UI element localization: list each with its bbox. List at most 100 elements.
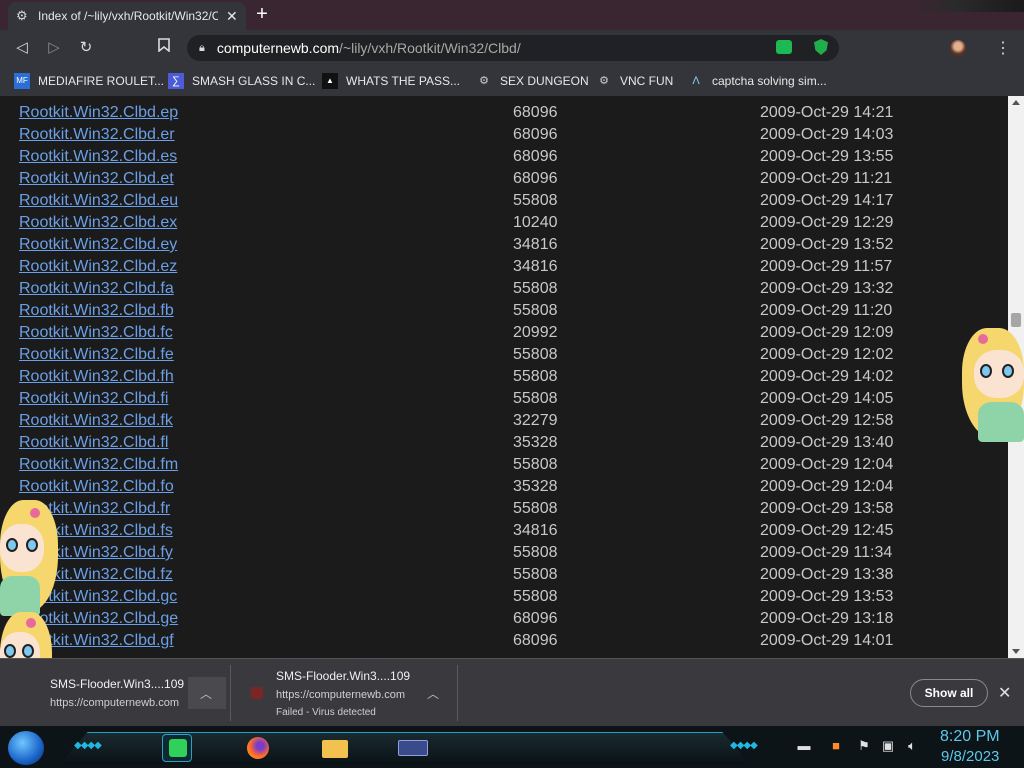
- file-date: 2009-Oct-29 11:20: [760, 302, 893, 319]
- table-row: Rootkit.Win32.Clbd.gc 55808 2009-Oct-29 13…: [0, 585, 1000, 607]
- file-date: 2009-Oct-29 13:32: [760, 280, 894, 297]
- table-row: Rootkit.Win32.Clbd.es 68096 2009-Oct-29 13…: [0, 145, 1000, 167]
- file-size: 55808: [513, 456, 558, 473]
- taskbar-app-window[interactable]: [398, 734, 428, 762]
- download-source: https://computernewb.com: [50, 697, 180, 709]
- browser-menu-button[interactable]: ⋮: [995, 38, 1011, 58]
- table-row: Rootkit.Win32.Clbd.fo 35328 2009-Oct-29 12…: [0, 475, 1000, 497]
- chevron-up-icon[interactable]: ︿: [427, 685, 439, 702]
- file-link[interactable]: Rootkit.Win32.Clbd.fh: [19, 368, 174, 386]
- bookmark-star-button[interactable]: [154, 38, 174, 58]
- file-date: 2009-Oct-29 13:58: [760, 500, 894, 517]
- file-link[interactable]: Rootkit.Win32.Clbd.es: [19, 148, 177, 166]
- file-size: 68096: [513, 104, 558, 121]
- clock-time[interactable]: 8:20 PM: [940, 728, 1000, 746]
- show-all-button[interactable]: Show all: [910, 679, 988, 707]
- volume-icon[interactable]: 🔈︎: [904, 738, 920, 754]
- file-link[interactable]: Rootkit.Win32.Clbd.fa: [19, 280, 174, 298]
- page-favicon-icon: ⚙: [16, 8, 28, 23]
- download-item[interactable]: SMS-Flooder.Win3....109 https://computer…: [0, 659, 230, 727]
- file-link[interactable]: Rootkit.Win32.Clbd.fe: [19, 346, 174, 364]
- toolbar: ◁ ▷ ↻ 🔒︎ computernewb.com/~lily/vxh/Root…: [0, 30, 1024, 66]
- taskbar: ◆◆◆◆ ◆◆◆◆ ▬ ■ ⚑ ▣ 🔈︎ 8:20 PM 9/8/2023: [0, 726, 1024, 768]
- reload-button[interactable]: ↻: [76, 38, 96, 58]
- bookmark-item[interactable]: MF MEDIAFIRE ROULET...: [14, 72, 164, 90]
- file-date: 2009-Oct-29 14:02: [760, 368, 894, 385]
- scroll-down-icon[interactable]: [1012, 649, 1020, 654]
- file-link[interactable]: Rootkit.Win32.Clbd.fo: [19, 478, 174, 496]
- bookmark-item[interactable]: ∑ SMASH GLASS IN C...: [168, 72, 315, 90]
- file-date: 2009-Oct-29 12:04: [760, 478, 894, 495]
- bookmark-item[interactable]: ⚙ VNC FUN: [596, 72, 673, 90]
- scroll-up-icon[interactable]: [1012, 100, 1020, 105]
- table-row: Rootkit.Win32.Clbd.fe 55808 2009-Oct-29 12…: [0, 343, 1000, 365]
- table-row: Rootkit.Win32.Clbd.et 68096 2009-Oct-29 11…: [0, 167, 1000, 189]
- file-link[interactable]: Rootkit.Win32.Clbd.fc: [19, 324, 173, 342]
- file-date: 2009-Oct-29 12:04: [760, 456, 894, 473]
- bookmark-item[interactable]: ▲ WHATS THE PASS...: [322, 72, 460, 90]
- file-date: 2009-Oct-29 13:18: [760, 610, 894, 627]
- tab-title: Index of /~lily/vxh/Rootkit/Win32/Clbd/: [38, 9, 218, 23]
- cartoon-character-sticker[interactable]: [962, 328, 1024, 446]
- taskbar-app-explorer[interactable]: [320, 734, 350, 762]
- file-link[interactable]: Rootkit.Win32.Clbd.ez: [19, 258, 177, 276]
- file-link[interactable]: Rootkit.Win32.Clbd.ep: [19, 104, 178, 122]
- show-hidden-icons-icon[interactable]: ▬: [796, 738, 812, 754]
- file-link[interactable]: Rootkit.Win32.Clbd.et: [19, 170, 174, 188]
- forward-button[interactable]: ▷: [44, 38, 64, 58]
- bookmarks-bar: MF MEDIAFIRE ROULET... ∑ SMASH GLASS IN …: [0, 66, 1024, 96]
- file-link[interactable]: Rootkit.Win32.Clbd.fm: [19, 456, 178, 474]
- scrollbar-thumb[interactable]: [1011, 313, 1021, 327]
- file-link[interactable]: Rootkit.Win32.Clbd.eu: [19, 192, 178, 210]
- firefox-icon: [247, 737, 269, 759]
- tab-active[interactable]: ⚙ Index of /~lily/vxh/Rootkit/Win32/Clbd…: [8, 2, 246, 30]
- file-link[interactable]: Rootkit.Win32.Clbd.fk: [19, 412, 173, 430]
- table-row: Rootkit.Win32.Clbd.eu 55808 2009-Oct-29 14…: [0, 189, 1000, 211]
- start-orb-button[interactable]: [8, 731, 44, 765]
- file-size: 34816: [513, 236, 558, 253]
- tray-app-icon[interactable]: ■: [828, 738, 844, 754]
- taskbar-app-notes[interactable]: [162, 734, 192, 762]
- table-row: Rootkit.Win32.Clbd.fs 34816 2009-Oct-29 12…: [0, 519, 1000, 541]
- file-size: 55808: [513, 302, 558, 319]
- file-link[interactable]: Rootkit.Win32.Clbd.er: [19, 126, 175, 144]
- clock-date[interactable]: 9/8/2023: [941, 748, 999, 765]
- file-link[interactable]: Rootkit.Win32.Clbd.fb: [19, 302, 174, 320]
- close-downloads-icon[interactable]: ✕: [998, 683, 1011, 703]
- table-row: Rootkit.Win32.Clbd.er 68096 2009-Oct-29 14…: [0, 123, 1000, 145]
- address-bar[interactable]: 🔒︎ computernewb.com/~lily/vxh/Rootkit/Wi…: [187, 35, 839, 61]
- downloads-bar: SMS-Flooder.Win3....109 https://computer…: [0, 658, 1024, 726]
- bookmark-item[interactable]: Λ captcha solving sim...: [688, 72, 826, 90]
- download-item[interactable]: SMS-Flooder.Win3....109 https://computer…: [231, 659, 457, 727]
- tab-close-icon[interactable]: ✕: [226, 8, 238, 25]
- bookmark-icon: [158, 38, 170, 53]
- bookmark-item[interactable]: ⚙ SEX DUNGEON: [476, 72, 589, 90]
- back-button[interactable]: ◁: [12, 38, 32, 58]
- file-link[interactable]: Rootkit.Win32.Clbd.ex: [19, 214, 177, 232]
- table-row: Rootkit.Win32.Clbd.fr 55808 2009-Oct-29 13…: [0, 497, 1000, 519]
- lambda-icon: Λ: [692, 75, 700, 87]
- download-filename: SMS-Flooder.Win3....109: [276, 669, 411, 683]
- bookmark-label: SEX DUNGEON: [500, 74, 589, 88]
- action-center-icon[interactable]: ⚑: [856, 738, 872, 754]
- file-size: 68096: [513, 610, 558, 627]
- mediafire-icon: MF: [14, 73, 30, 89]
- network-icon[interactable]: ▣: [880, 738, 896, 754]
- table-row: Rootkit.Win32.Clbd.fc 20992 2009-Oct-29 12…: [0, 321, 1000, 343]
- table-row: Rootkit.Win32.Clbd.fi 55808 2009-Oct-29 14…: [0, 387, 1000, 409]
- file-link[interactable]: Rootkit.Win32.Clbd.fl: [19, 434, 168, 452]
- file-size: 68096: [513, 632, 558, 649]
- bookmark-label: MEDIAFIRE ROULET...: [38, 74, 165, 88]
- file-link[interactable]: Rootkit.Win32.Clbd.fi: [19, 390, 168, 408]
- table-row: Rootkit.Win32.Clbd.ey 34816 2009-Oct-29 13…: [0, 233, 1000, 255]
- extension-chat-icon[interactable]: [776, 40, 792, 54]
- file-size: 68096: [513, 170, 558, 187]
- lock-icon: 🔒︎: [199, 41, 205, 54]
- file-link[interactable]: Rootkit.Win32.Clbd.ey: [19, 236, 177, 254]
- cartoon-character-sticker[interactable]: [0, 500, 58, 620]
- table-row: Rootkit.Win32.Clbd.ez 34816 2009-Oct-29 11…: [0, 255, 1000, 277]
- new-tab-button[interactable]: +: [252, 4, 272, 25]
- profile-avatar[interactable]: [950, 40, 966, 56]
- table-row: Rootkit.Win32.Clbd.gf 68096 2009-Oct-29 14…: [0, 629, 1000, 651]
- taskbar-app-firefox[interactable]: [243, 734, 273, 762]
